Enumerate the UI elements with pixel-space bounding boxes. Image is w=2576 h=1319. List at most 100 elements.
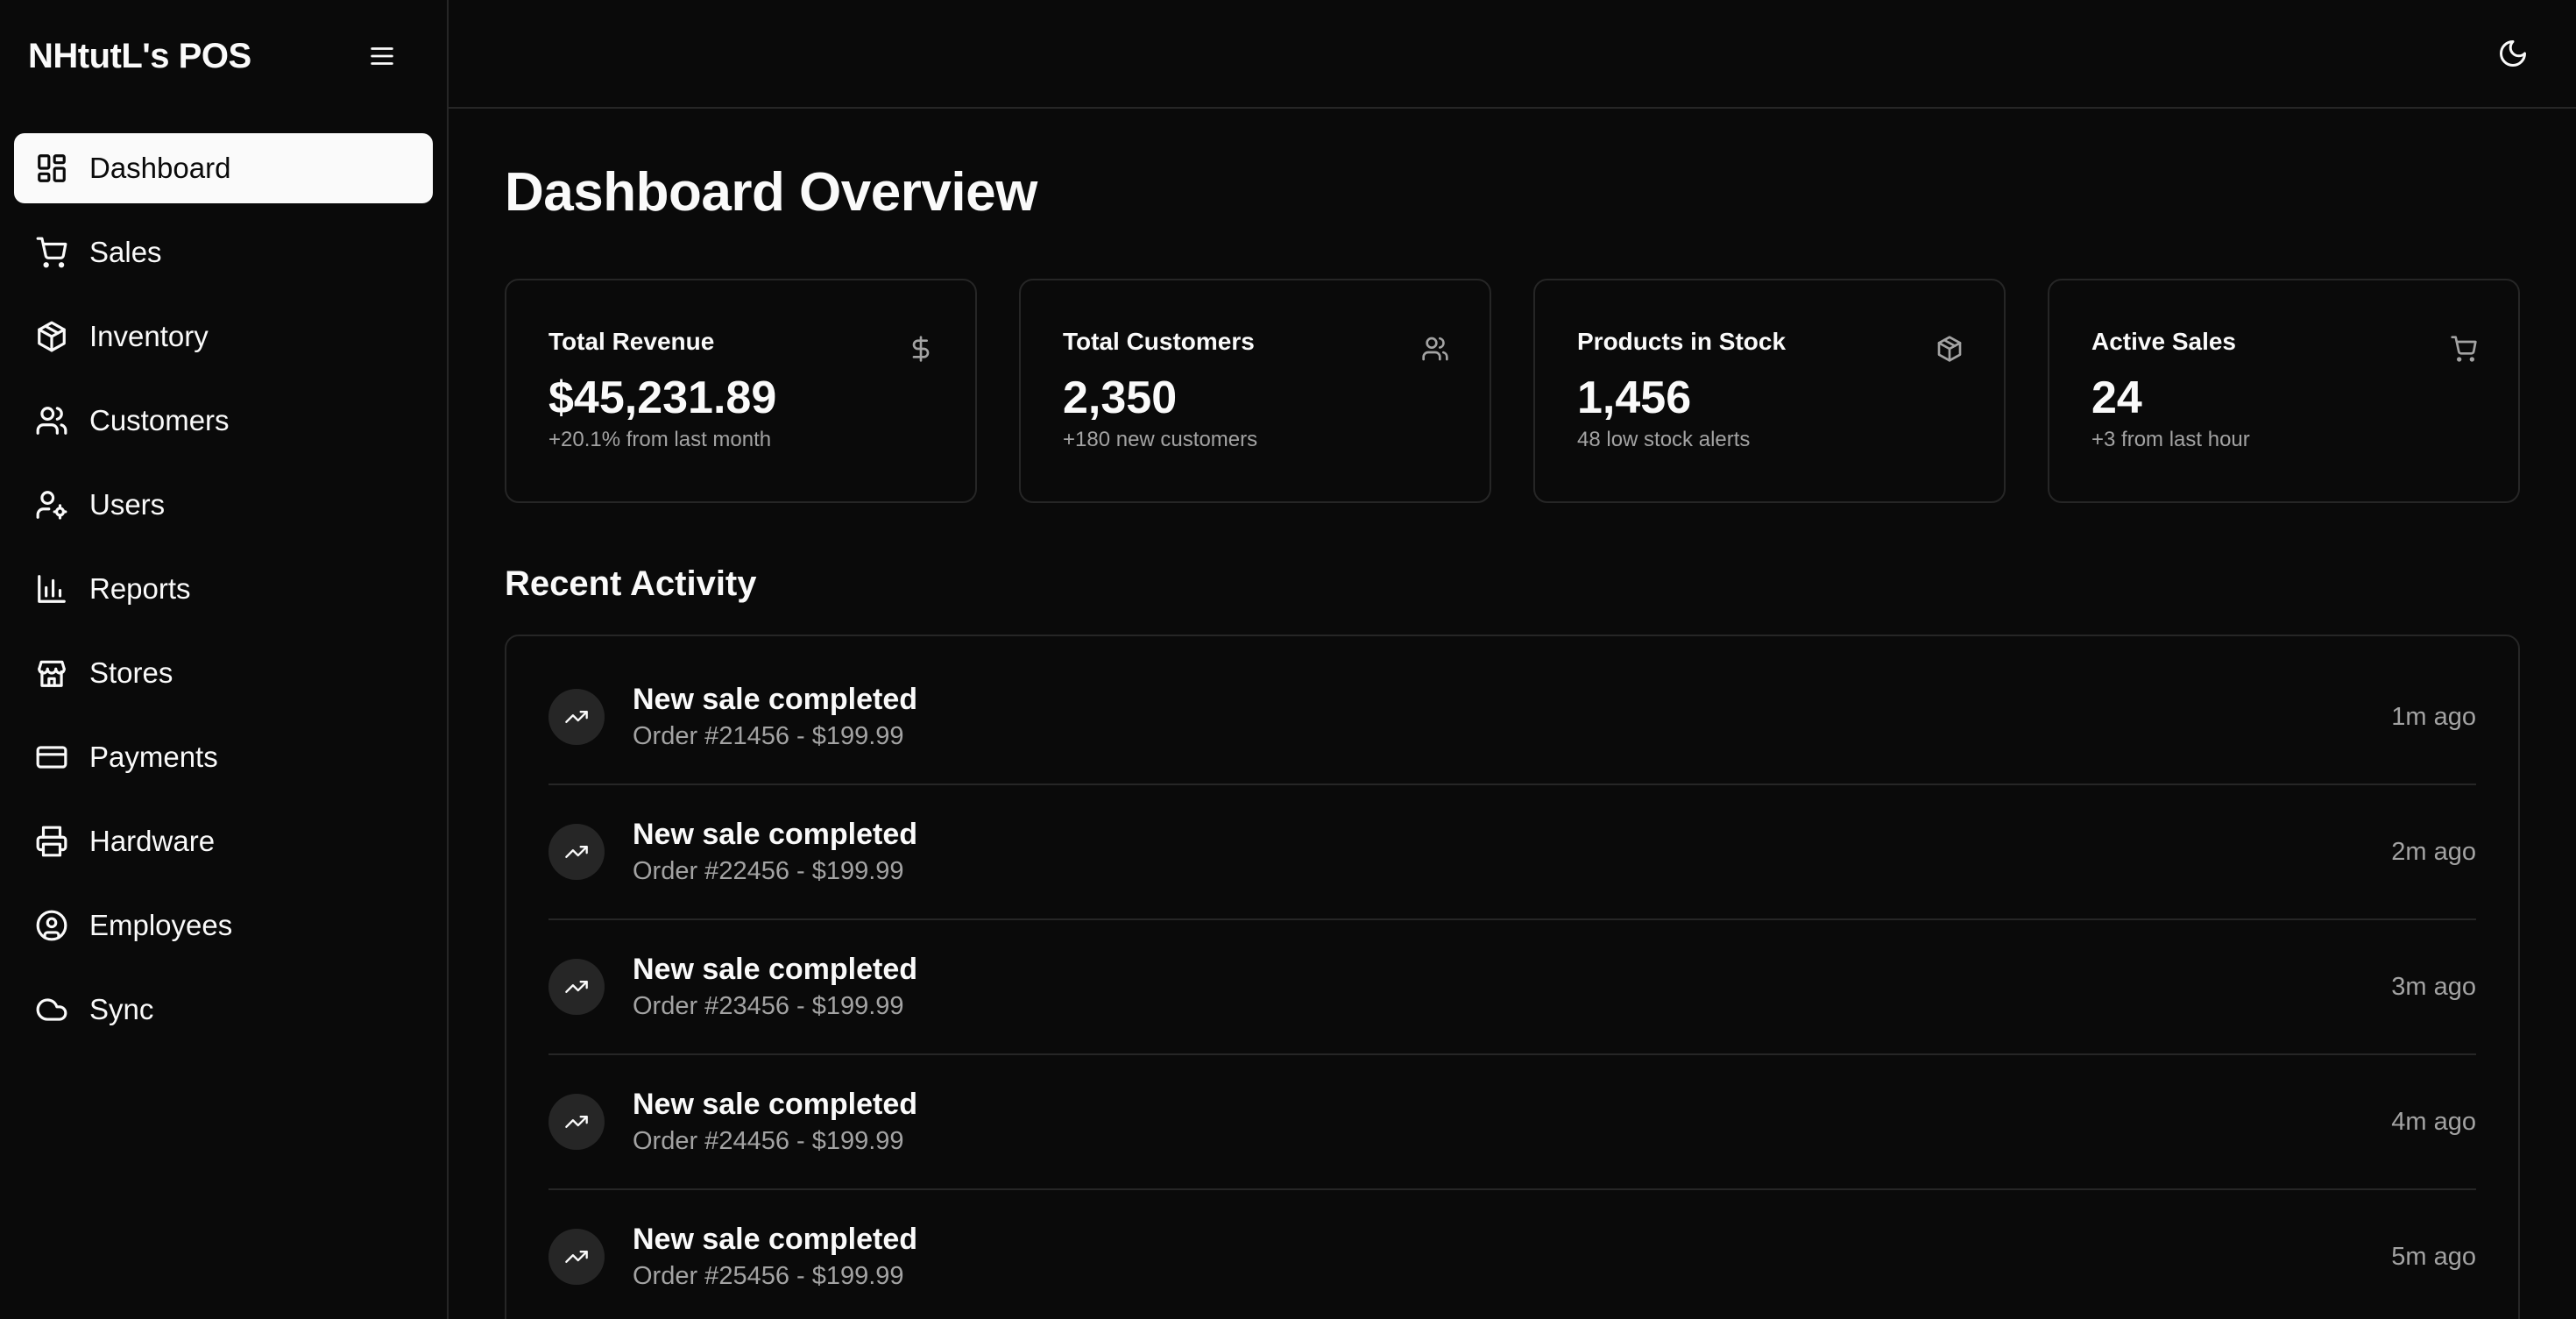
- recent-activity-list: New sale completed Order #21456 - $199.9…: [505, 635, 2520, 1319]
- activity-time: 5m ago: [2391, 1242, 2476, 1271]
- dashboard-icon: [38, 154, 66, 182]
- app-root: NHtutL's POS Dashboard Sales Inventory C…: [0, 0, 2576, 1319]
- sidebar-item-payments[interactable]: Payments: [14, 722, 433, 792]
- activity-icon-badge: [548, 824, 605, 880]
- stat-value: $45,231.89: [548, 372, 777, 423]
- stat-card-customers: Total Customers 2,350 +180 new customers: [1019, 279, 1491, 503]
- trending-up-icon: [565, 846, 588, 858]
- activity-time: 1m ago: [2391, 702, 2476, 731]
- trending-up-icon: [565, 1116, 588, 1128]
- activity-icon-badge: [548, 1094, 605, 1150]
- activity-item[interactable]: New sale completed Order #21456 - $199.9…: [548, 650, 2476, 785]
- activity-title: New sale completed: [633, 818, 918, 851]
- stat-subtext: +180 new customers: [1063, 428, 1258, 451]
- user-circle-icon: [36, 910, 67, 941]
- sidebar-item-dashboard[interactable]: Dashboard: [14, 133, 433, 203]
- activity-item[interactable]: New sale completed Order #25456 - $199.9…: [548, 1190, 2476, 1319]
- activity-item[interactable]: New sale completed Order #24456 - $199.9…: [548, 1055, 2476, 1190]
- sidebar-item-stores[interactable]: Stores: [14, 638, 433, 708]
- stat-title: Total Revenue: [548, 328, 715, 355]
- sidebar-item-label: Sync: [89, 993, 154, 1025]
- store-icon: [38, 660, 66, 687]
- activity-description: Order #22456 - $199.99: [633, 857, 904, 885]
- activity-title: New sale completed: [633, 953, 918, 986]
- activity-time: 3m ago: [2391, 972, 2476, 1001]
- stat-title: Total Customers: [1063, 328, 1255, 355]
- main-area: Dashboard Overview Total Revenue $45,231…: [449, 0, 2576, 1319]
- users-icon: [36, 407, 67, 435]
- bar-chart-icon: [38, 575, 66, 603]
- recent-activity-title: Recent Activity: [505, 564, 757, 603]
- sidebar-item-label: Employees: [89, 909, 233, 941]
- moon-icon: [2500, 40, 2526, 67]
- trending-up-icon: [565, 981, 588, 993]
- activity-title: New sale completed: [633, 1088, 918, 1121]
- sidebar-item-label: Stores: [89, 656, 173, 689]
- activity-time: 4m ago: [2391, 1107, 2476, 1136]
- page-title: Dashboard Overview: [505, 162, 1037, 223]
- activity-description: Order #25456 - $199.99: [633, 1262, 904, 1290]
- activity-text: New sale completed Order #21456 - $199.9…: [633, 681, 2391, 753]
- package-icon: [1937, 336, 1962, 362]
- sidebar-item-inventory[interactable]: Inventory: [14, 301, 433, 372]
- stat-card-active-sales: Active Sales 24 +3 from last hour: [2048, 279, 2520, 503]
- activity-text: New sale completed Order #23456 - $199.9…: [633, 951, 2391, 1023]
- sidebar-item-label: Inventory: [89, 320, 209, 352]
- activity-time: 2m ago: [2391, 837, 2476, 866]
- menu-toggle-button[interactable]: [361, 35, 403, 77]
- activity-icon-badge: [548, 959, 605, 1015]
- sidebar-item-label: Hardware: [89, 825, 216, 857]
- sidebar-item-hardware[interactable]: Hardware: [14, 806, 433, 876]
- trending-up-icon: [565, 711, 588, 723]
- sidebar-item-label: Customers: [89, 404, 230, 436]
- activity-text: New sale completed Order #22456 - $199.9…: [633, 816, 2391, 888]
- stat-title: Products in Stock: [1577, 328, 1787, 355]
- stat-value: 2,350: [1063, 372, 1178, 423]
- package-icon: [38, 321, 66, 352]
- brand-title: NHtutL's POS: [28, 36, 251, 75]
- dollar-icon: [912, 336, 930, 362]
- activity-description: Order #23456 - $199.99: [633, 992, 904, 1020]
- theme-toggle-button[interactable]: [2492, 32, 2534, 74]
- topbar: [449, 0, 2576, 109]
- sidebar-item-sales[interactable]: Sales: [14, 217, 433, 287]
- sidebar-item-label: Sales: [89, 236, 162, 268]
- activity-title: New sale completed: [633, 683, 918, 716]
- activity-text: New sale completed Order #25456 - $199.9…: [633, 1221, 2391, 1293]
- stat-value: 1,456: [1577, 372, 1692, 423]
- stats-row: Total Revenue $45,231.89 +20.1% from las…: [505, 279, 2520, 503]
- activity-description: Order #24456 - $199.99: [633, 1127, 904, 1155]
- cloud-icon: [36, 998, 67, 1021]
- stat-title: Active Sales: [2091, 328, 2236, 355]
- printer-icon: [36, 826, 67, 857]
- activity-icon-badge: [548, 689, 605, 745]
- dashboard-content: Dashboard Overview Total Revenue $45,231…: [449, 109, 2576, 1319]
- activity-item[interactable]: New sale completed Order #22456 - $199.9…: [548, 785, 2476, 920]
- sidebar-item-reports[interactable]: Reports: [14, 554, 433, 624]
- sidebar-nav: Dashboard Sales Inventory Customers User…: [0, 112, 447, 1045]
- activity-item[interactable]: New sale completed Order #23456 - $199.9…: [548, 920, 2476, 1055]
- stat-subtext: +3 from last hour: [2091, 428, 2250, 451]
- stat-subtext: 48 low stock alerts: [1577, 428, 1751, 451]
- user-cog-icon: [36, 491, 67, 520]
- credit-card-icon: [36, 746, 67, 769]
- stat-subtext: +20.1% from last month: [548, 428, 772, 451]
- sidebar-item-label: Users: [89, 488, 166, 521]
- sidebar-item-users[interactable]: Users: [14, 470, 433, 540]
- activity-description: Order #21456 - $199.99: [633, 722, 904, 750]
- cart-icon: [2451, 336, 2477, 362]
- trending-up-icon: [565, 1251, 588, 1263]
- menu-icon: [371, 47, 393, 65]
- sidebar-item-label: Payments: [89, 741, 218, 773]
- sidebar-item-sync[interactable]: Sync: [14, 975, 433, 1045]
- stat-value: 24: [2091, 372, 2142, 423]
- sidebar-header: NHtutL's POS: [0, 0, 447, 112]
- activity-title: New sale completed: [633, 1223, 918, 1256]
- activity-text: New sale completed Order #24456 - $199.9…: [633, 1086, 2391, 1158]
- sidebar-item-employees[interactable]: Employees: [14, 890, 433, 961]
- stat-card-products: Products in Stock 1,456 48 low stock ale…: [1533, 279, 2006, 503]
- stat-card-revenue: Total Revenue $45,231.89 +20.1% from las…: [505, 279, 977, 503]
- sidebar-item-customers[interactable]: Customers: [14, 386, 433, 456]
- sidebar: NHtutL's POS Dashboard Sales Inventory C…: [0, 0, 449, 1319]
- sidebar-item-label: Reports: [89, 572, 191, 605]
